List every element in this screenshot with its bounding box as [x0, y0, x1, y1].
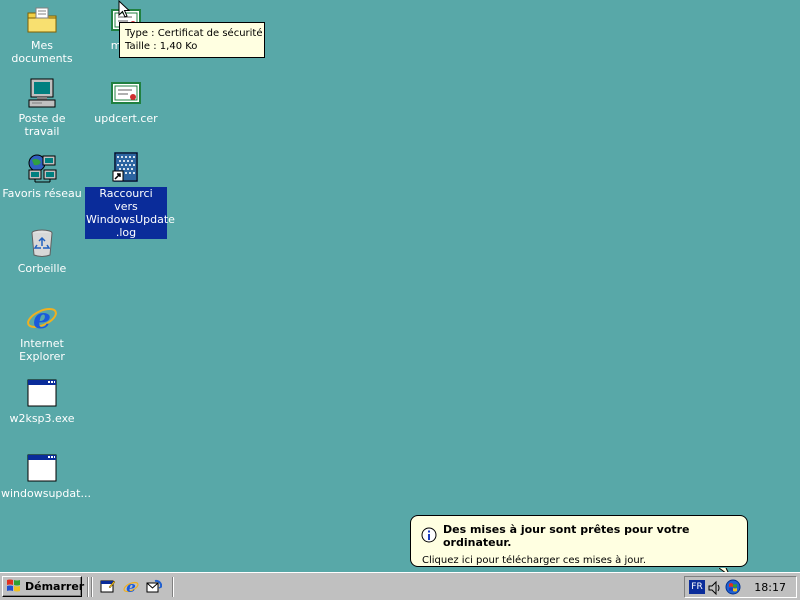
balloon-body: Cliquez ici pour télécharger ces mises à…	[422, 555, 647, 566]
icon-label: Corbeille	[17, 262, 67, 275]
windows-update-icon[interactable]	[725, 579, 741, 598]
icon-label: Internet Explorer	[19, 337, 65, 363]
icon-label: w2ksp3.exe	[9, 412, 75, 425]
icon-label-line: WindowsUpdate	[86, 213, 175, 226]
icon-label: Mes documents	[11, 39, 73, 65]
start-label: Démarrer	[25, 580, 85, 593]
exe-window-icon	[26, 377, 58, 409]
clock[interactable]: 18:17	[754, 581, 786, 594]
exe-window-icon	[26, 452, 58, 484]
taskbar-separator	[87, 577, 89, 597]
icon-label-line: Raccourci vers	[99, 187, 153, 213]
desktop-icon-favoris-reseau[interactable]: Favoris réseau	[0, 152, 84, 200]
svg-text:e: e	[33, 302, 51, 334]
internet-explorer-icon[interactable]: e	[123, 578, 139, 596]
volume-icon[interactable]	[708, 580, 722, 599]
svg-text:e: e	[126, 579, 136, 595]
info-icon	[421, 527, 437, 546]
taskbar-separator	[91, 577, 93, 597]
icon-label: Favoris réseau	[2, 187, 82, 200]
taskbar: Démarrer e FR 18:17	[0, 572, 800, 600]
system-tray: FR 18:17	[684, 576, 797, 598]
desktop[interactable]: Mes documents Poste de travail Favoris r…	[0, 0, 800, 577]
desktop-icon-internet-explorer[interactable]: e Internet Explorer	[0, 302, 84, 363]
taskbar-separator	[172, 577, 174, 597]
show-desktop-icon[interactable]	[100, 579, 116, 595]
internet-explorer-icon: e	[26, 302, 58, 335]
log-shortcut-icon	[110, 152, 142, 184]
desktop-icon-corbeille[interactable]: Corbeille	[0, 227, 84, 275]
icon-label-line: .log	[115, 226, 137, 239]
desktop-icon-updcert[interactable]: updcert.cer	[84, 77, 168, 125]
mouse-cursor-icon	[118, 0, 131, 22]
icon-label: windowsupdat...	[1, 487, 91, 500]
desktop-icon-windowsupdate[interactable]: windowsupdat...	[0, 452, 91, 500]
folder-documents-icon	[26, 4, 58, 36]
desktop-icon-mes-documents[interactable]: Mes documents	[0, 4, 84, 65]
desktop-icon-poste-de-travail[interactable]: Poste de travail	[0, 77, 84, 138]
update-notification-balloon[interactable]: Des mises à jour sont prêtes pour votre …	[410, 515, 748, 567]
tooltip-type: Type : Certificat de sécurité	[125, 28, 263, 39]
tooltip-size: Taille : 1,40 Ko	[125, 41, 198, 52]
file-tooltip: Type : Certificat de sécurité Taille : 1…	[119, 22, 265, 58]
certificate-icon	[110, 77, 142, 109]
recycle-bin-icon	[26, 227, 58, 259]
start-button[interactable]: Démarrer	[2, 576, 85, 597]
language-indicator[interactable]: FR	[689, 580, 705, 594]
icon-label: updcert.cer	[94, 112, 158, 125]
icon-label: Raccourci vers WindowsUpdate .log	[85, 187, 175, 239]
windows-logo-icon	[6, 578, 22, 595]
computer-icon	[26, 77, 58, 109]
desktop-icon-w2ksp3[interactable]: w2ksp3.exe	[0, 377, 84, 425]
network-icon	[26, 152, 58, 184]
desktop-icon-windowsupdate-log-shortcut[interactable]: Raccourci vers WindowsUpdate .log	[84, 152, 175, 239]
balloon-title: Des mises à jour sont prêtes pour votre …	[443, 523, 690, 549]
icon-label: Poste de travail	[18, 112, 66, 138]
outlook-express-icon[interactable]	[146, 579, 163, 595]
